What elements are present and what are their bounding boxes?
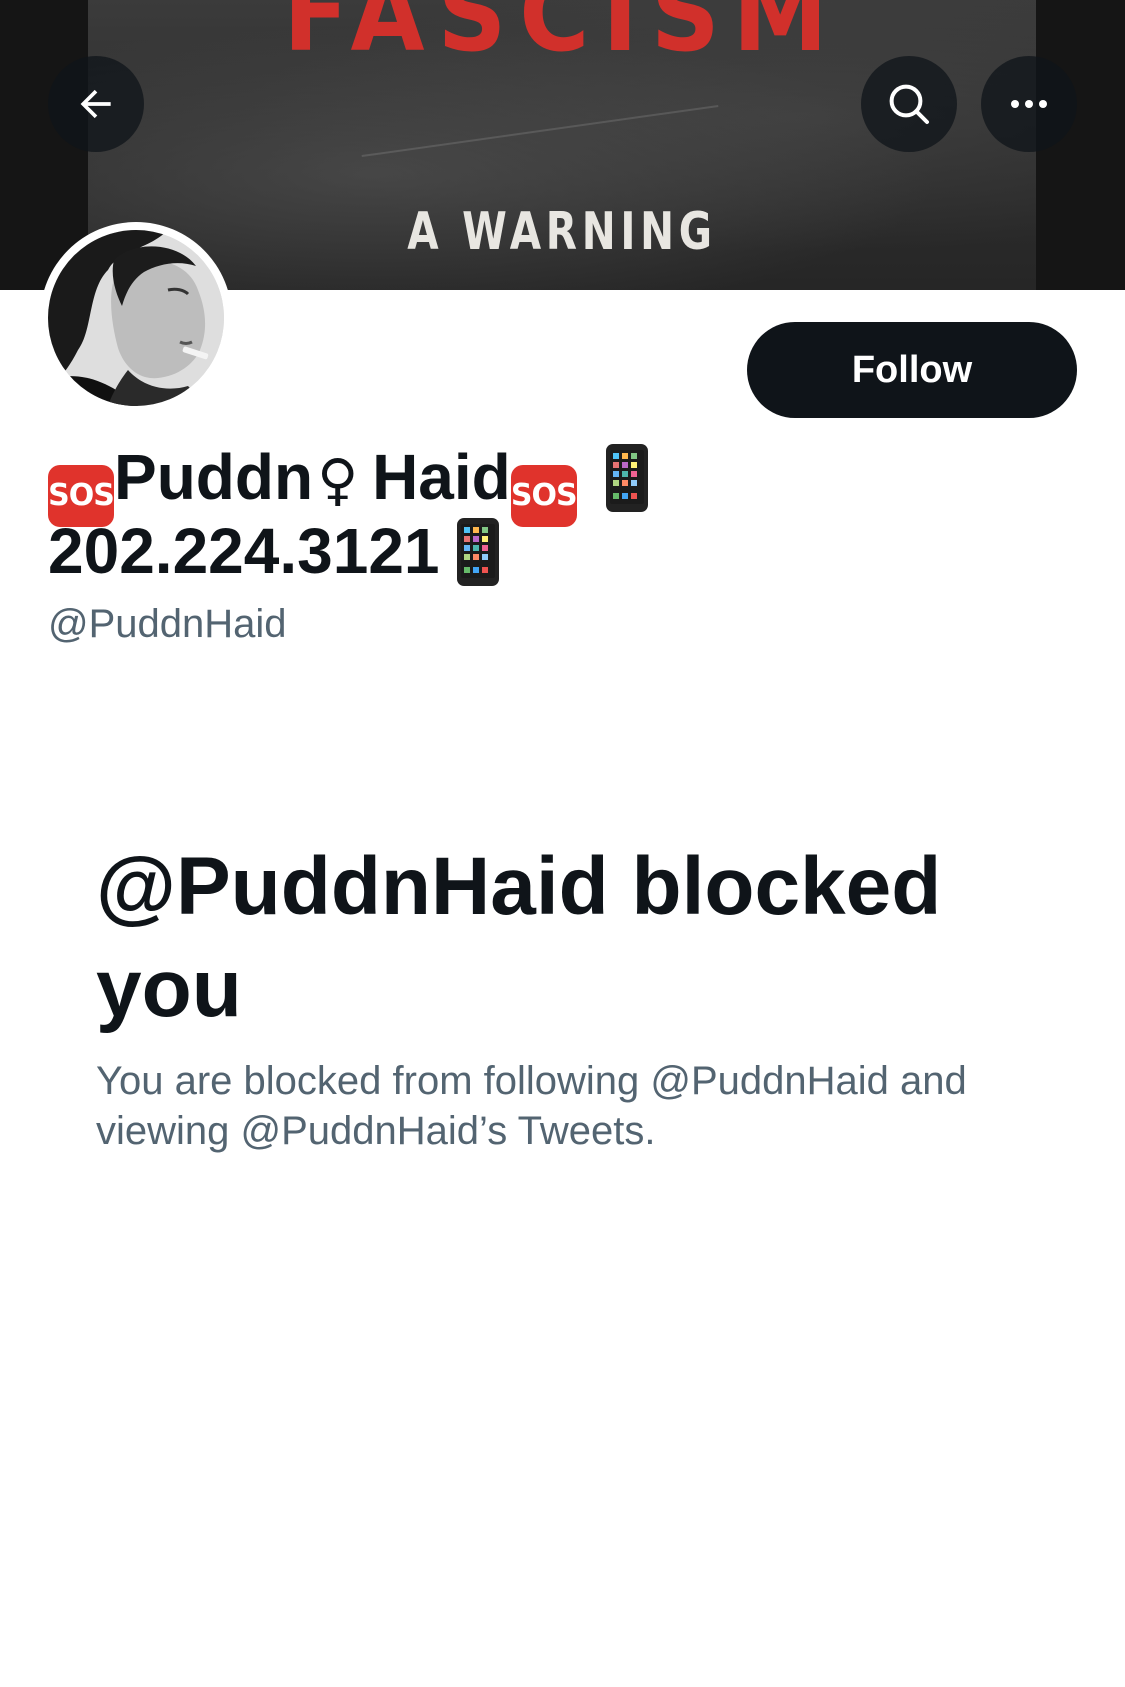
avatar-photo xyxy=(48,230,224,406)
arrow-left-icon xyxy=(80,89,111,119)
mobile-phone-icon xyxy=(456,517,500,602)
display-name-first: Puddn xyxy=(114,441,314,513)
avatar[interactable] xyxy=(48,230,224,406)
blocked-description: You are blocked from following @PuddnHai… xyxy=(96,1059,967,1153)
display-name-last: Haid xyxy=(372,441,511,513)
banner-cover-title: FASCISM xyxy=(283,0,841,75)
search-icon xyxy=(889,84,929,124)
blocked-title: @PuddnHaid blocked you xyxy=(96,841,942,1034)
follow-button[interactable]: Follow xyxy=(747,322,1077,418)
profile-display-name-line2: 202.224.3121 xyxy=(48,514,1048,602)
more-options-button[interactable] xyxy=(981,56,1077,152)
banner-cover-subtitle: A WARNING xyxy=(407,202,717,262)
female-sign-icon: ♀ xyxy=(317,448,359,513)
search-button[interactable] xyxy=(861,56,957,152)
back-button[interactable] xyxy=(48,56,144,152)
profile-page: FASCISM A WARNING Follow SOSPuddn♀ HaidS… xyxy=(0,0,1125,1687)
more-horizontal-icon xyxy=(1011,100,1047,108)
profile-handle: @PuddnHaid xyxy=(48,602,287,646)
display-name-phone: 202.224.3121 xyxy=(48,515,440,587)
